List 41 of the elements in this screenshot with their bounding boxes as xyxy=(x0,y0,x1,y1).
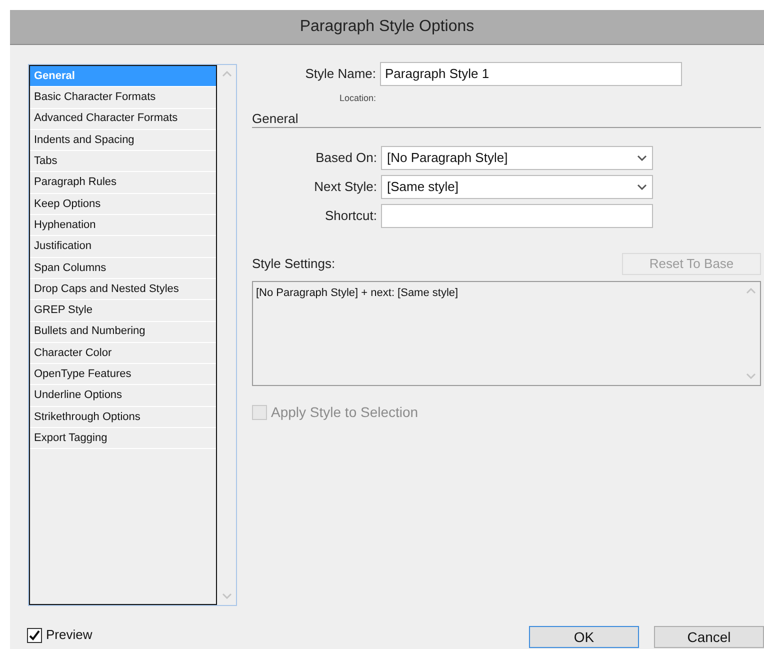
style-settings-text: [No Paragraph Style] + next: [Same style] xyxy=(255,286,460,300)
caret-icon xyxy=(637,154,647,160)
field-label: Based On: xyxy=(314,148,378,167)
field-label: Shortcut: xyxy=(324,206,378,225)
sidebar-item[interactable]: Hyphenation xyxy=(30,215,216,236)
scroll-down-icon xyxy=(746,372,756,378)
sidebar-item[interactable]: Justification xyxy=(30,236,216,258)
scroll-down-icon xyxy=(222,593,232,599)
sidebar-item[interactable]: Keep Options xyxy=(30,194,216,216)
sidebar-item[interactable]: Indents and Spacing xyxy=(30,130,216,152)
apply-style-label: Apply Style to Selection xyxy=(271,402,418,422)
caret-icon xyxy=(637,184,647,190)
sidebar-item[interactable]: OpenType Features xyxy=(30,364,216,386)
dialog-button[interactable]: OK xyxy=(529,626,639,648)
checkbox[interactable] xyxy=(27,628,42,642)
preview-label: Preview xyxy=(46,626,92,644)
scroll-up-icon xyxy=(746,288,756,294)
window-title: Paragraph Style Options xyxy=(300,17,474,37)
style-settings-label: Style Settings: xyxy=(252,255,336,273)
shortcut-field[interactable] xyxy=(381,204,653,228)
sidebar-item[interactable]: Underline Options xyxy=(30,385,216,407)
location-label: Location: xyxy=(338,92,377,105)
sidebar-item[interactable]: Paragraph Rules xyxy=(30,172,216,194)
dialog-button[interactable]: Cancel xyxy=(654,626,764,648)
dropdown[interactable]: [No Paragraph Style] xyxy=(381,146,653,170)
sidebar-item[interactable]: Drop Caps and Nested Styles xyxy=(30,278,216,300)
sidebar-item[interactable]: Span Columns xyxy=(30,258,216,279)
sidebar-item[interactable]: Export Tagging xyxy=(30,428,216,450)
field-label: Next Style: xyxy=(313,178,378,196)
sidebar-item[interactable]: Tabs xyxy=(30,151,216,172)
sidebar-item[interactable]: Strikethrough Options xyxy=(30,406,216,428)
sidebar-item[interactable]: Advanced Character Formats xyxy=(30,108,216,130)
field-label: Style Name: xyxy=(304,65,377,84)
scroll-up-icon xyxy=(222,71,232,77)
sidebar-item[interactable]: Character Color xyxy=(30,342,216,364)
dropdown[interactable]: [Same style] xyxy=(381,174,653,198)
sidebar-item[interactable]: Bullets and Numbering xyxy=(30,322,216,343)
section-heading: General xyxy=(252,110,298,128)
style-name-field[interactable]: Paragraph Style 1 xyxy=(380,62,682,86)
sidebar-item[interactable]: Basic Character Formats xyxy=(30,87,216,109)
sidebar-item[interactable]: GREP Style xyxy=(30,300,216,322)
